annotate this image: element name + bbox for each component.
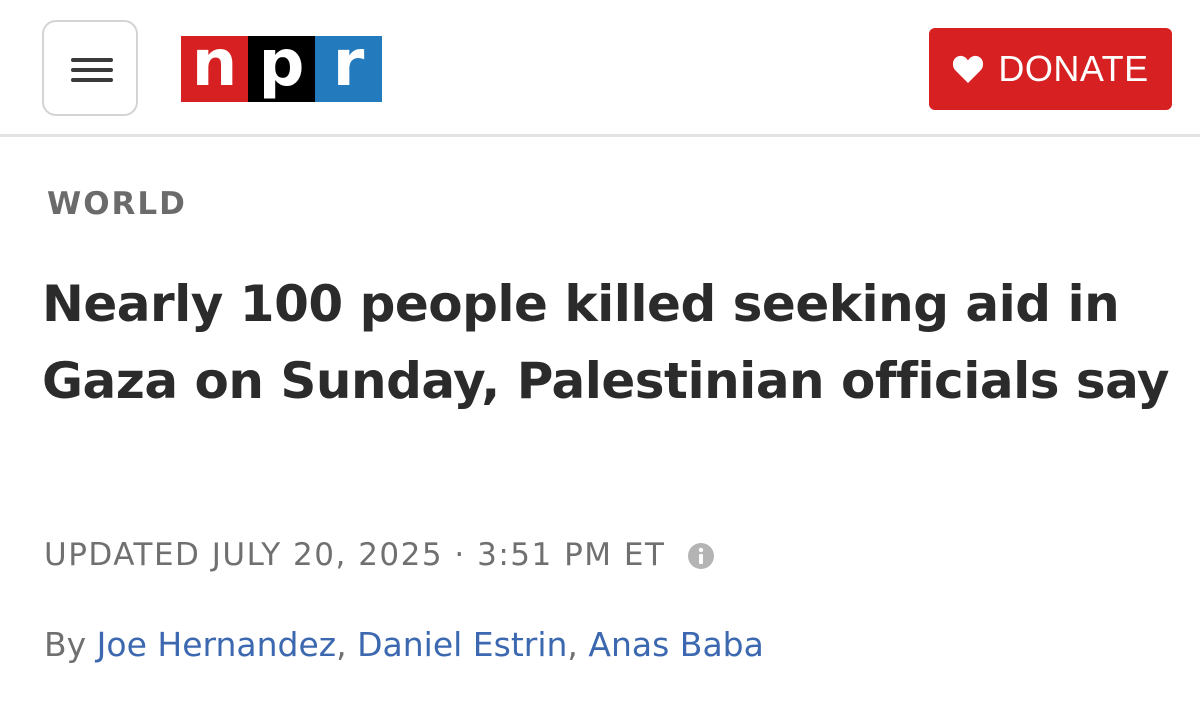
heart-icon bbox=[953, 55, 984, 83]
author-separator: , bbox=[567, 625, 589, 664]
author-link[interactable]: Daniel Estrin bbox=[357, 625, 567, 664]
donate-label: DONATE bbox=[998, 48, 1149, 89]
menu-bar-icon bbox=[71, 68, 113, 72]
donate-button[interactable]: DONATE bbox=[929, 28, 1172, 110]
logo-letter-p: p bbox=[248, 32, 315, 102]
section-label[interactable]: WORLD bbox=[47, 186, 187, 223]
site-header: n p r DONATE bbox=[0, 0, 1200, 137]
menu-bar-icon bbox=[71, 78, 113, 82]
menu-button[interactable] bbox=[42, 20, 138, 116]
updated-timestamp: UPDATED JULY 20, 2025 · 3:51 PM ET bbox=[44, 537, 666, 573]
byline-prefix: By bbox=[44, 625, 97, 664]
author-link[interactable]: Joe Hernandez bbox=[97, 625, 336, 664]
info-icon[interactable] bbox=[687, 542, 715, 570]
logo-letter-n: n bbox=[181, 32, 248, 102]
author-separator: , bbox=[336, 625, 358, 664]
npr-logo[interactable]: n p r bbox=[181, 32, 382, 102]
menu-bar-icon bbox=[71, 58, 113, 62]
article-headline: Nearly 100 people killed seeking aid in … bbox=[42, 275, 1169, 410]
byline: By Joe Hernandez, Daniel Estrin, Anas Ba… bbox=[44, 625, 764, 665]
author-link[interactable]: Anas Baba bbox=[588, 625, 763, 664]
article-page: n p r DONATE WORLD Nearly 100 people kil… bbox=[0, 0, 1200, 708]
logo-letter-r: r bbox=[315, 32, 382, 102]
timestamp-line: UPDATED JULY 20, 2025 · 3:51 PM ET bbox=[44, 537, 715, 574]
